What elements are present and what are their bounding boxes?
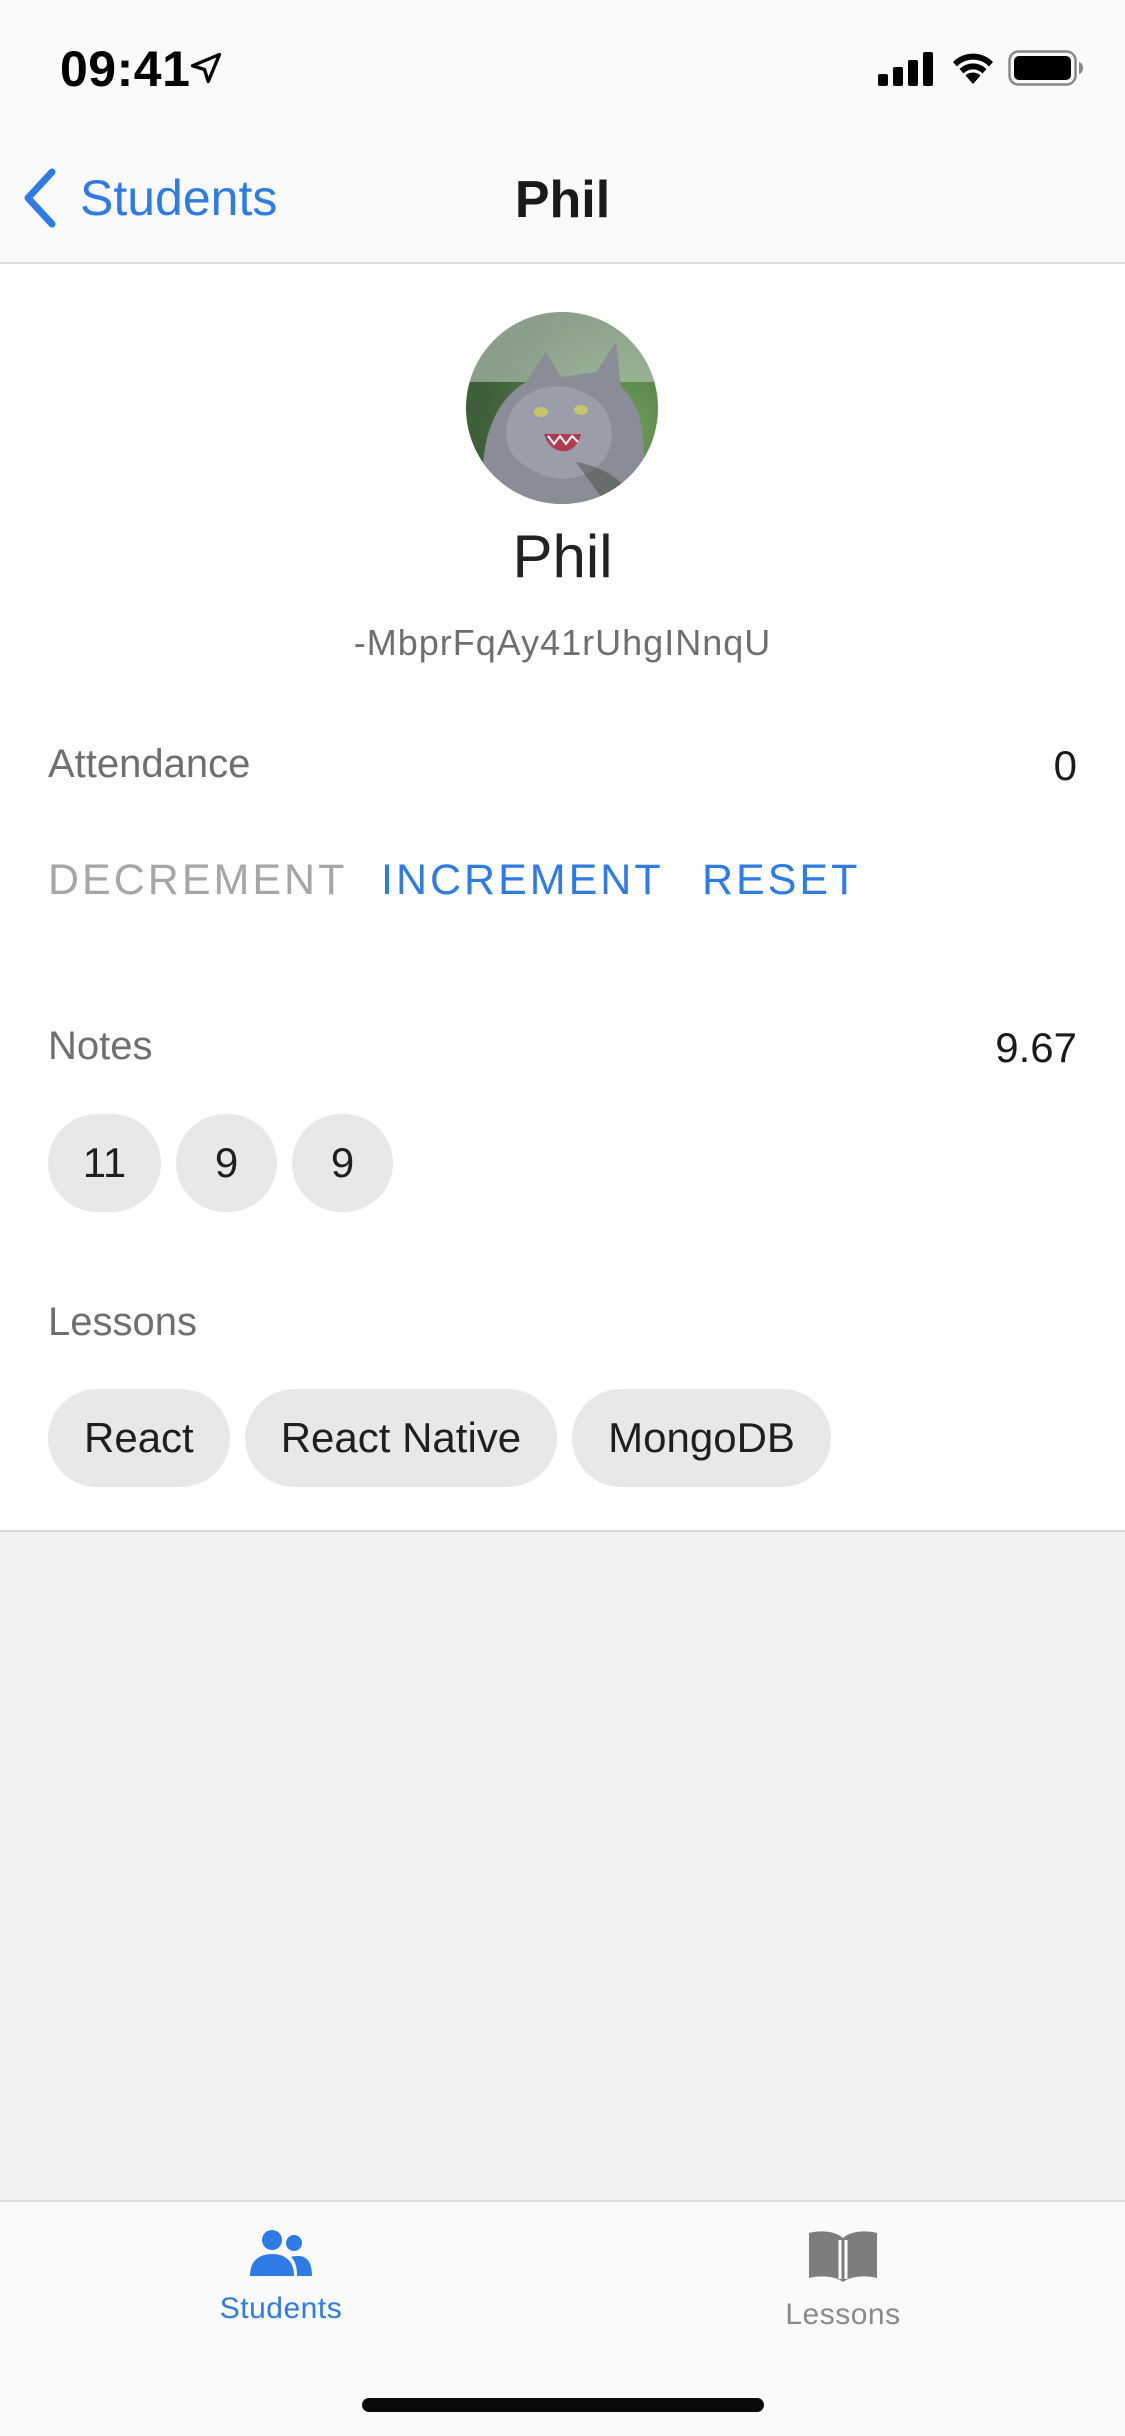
lessons-label: Lessons (48, 1300, 197, 1344)
notes-average: 9.67 (995, 1024, 1077, 1071)
note-chip: 9 (176, 1114, 277, 1212)
decrement-button[interactable]: DECREMENT (48, 856, 347, 905)
increment-button[interactable]: INCREMENT (381, 856, 664, 905)
navigation-bar: Students Phil (0, 132, 1125, 264)
notes-list: 11 9 9 (48, 1114, 393, 1212)
cat-photo-image (466, 312, 658, 504)
student-detail-card: Phil -MbprFqAy41rUhgINnqU Attendance 0 D… (0, 264, 1125, 1532)
lessons-list: React React Native MongoDB (48, 1389, 831, 1487)
tab-students-label: Students (219, 2292, 343, 2325)
wifi-icon (953, 53, 993, 84)
lesson-chip[interactable]: React Native (244, 1389, 558, 1487)
status-bar: 09:41 (0, 0, 1125, 132)
notes-label: Notes (48, 1024, 153, 1068)
lesson-chip[interactable]: MongoDB (572, 1389, 831, 1487)
attendance-value: 0 (1053, 742, 1077, 789)
attendance-label: Attendance (48, 742, 251, 786)
tab-students[interactable]: Students (151, 2228, 411, 2368)
page-title: Phil (514, 171, 611, 229)
student-id: -MbprFqAy41rUhgINnqU (353, 622, 772, 663)
book-icon (809, 2231, 877, 2282)
tab-lessons[interactable]: Lessons (713, 2228, 973, 2368)
signal-icon (878, 52, 933, 86)
tab-lessons-label: Lessons (785, 2298, 901, 2331)
battery-icon (1008, 50, 1083, 86)
home-indicator (362, 2398, 764, 2412)
reset-button[interactable]: RESET (702, 856, 860, 905)
location-arrow-icon (190, 52, 222, 84)
lesson-chip[interactable]: React (48, 1389, 230, 1487)
status-time: 09:41 (60, 41, 191, 97)
people-icon (250, 2230, 312, 2276)
avatar (466, 312, 658, 504)
note-chip: 11 (48, 1114, 161, 1212)
note-chip: 9 (292, 1114, 393, 1212)
student-name: Phil (512, 523, 613, 590)
